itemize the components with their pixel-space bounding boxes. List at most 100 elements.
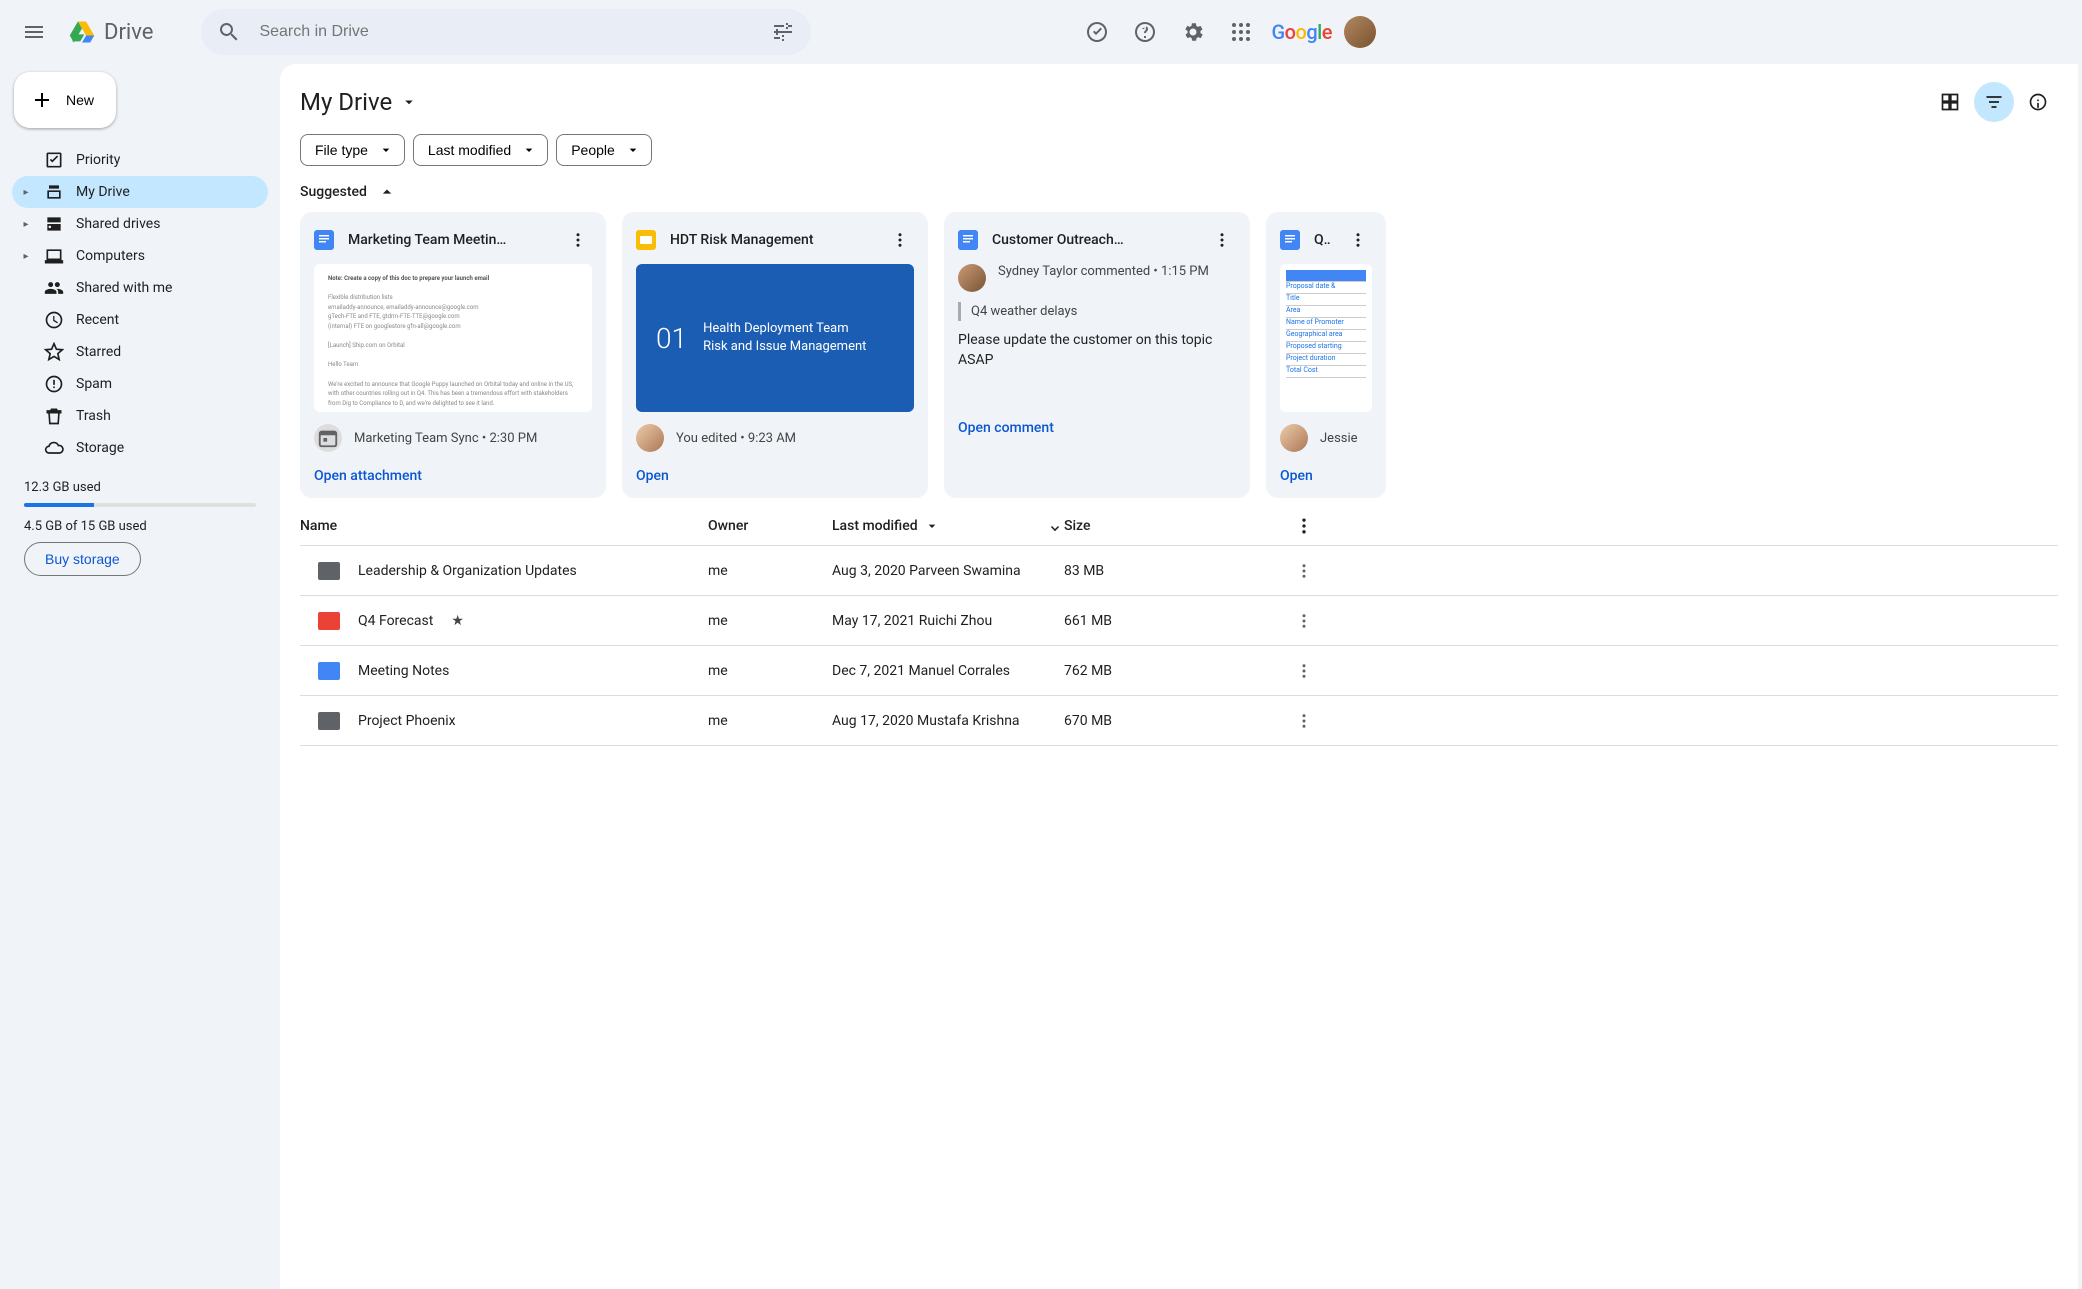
google-account-label[interactable]: Google [1267, 20, 1336, 44]
table-row[interactable]: Q4 Forecast ★ me May 17, 2021 Ruichi Zho… [300, 596, 2058, 646]
file-owner: me [708, 563, 832, 579]
more-vert-icon [1295, 562, 1313, 580]
column-owner[interactable]: Owner [708, 518, 832, 534]
slides-file-icon [636, 230, 656, 250]
sidebar-item-label: Priority [76, 152, 120, 168]
file-name: Meeting Notes [358, 663, 449, 679]
sidebar-item-spam[interactable]: Spam [12, 368, 268, 400]
filter-toggle-button[interactable] [1974, 82, 2014, 122]
search-button[interactable] [207, 10, 251, 54]
file-modified: Aug 17, 2020 Mustafa Krishna [832, 713, 1064, 729]
search-input[interactable] [251, 23, 761, 41]
main-menu-button[interactable] [12, 10, 56, 54]
suggested-card[interactable]: HDT Risk Management 01Health Deployment … [622, 212, 928, 498]
folder-icon [318, 562, 340, 580]
more-vert-icon [1349, 231, 1367, 249]
more-vert-icon [569, 231, 587, 249]
filter-chip-last-modified[interactable]: Last modified [413, 134, 548, 166]
card-title: Marketing Team Meetin… [348, 232, 550, 248]
filter-chip-people[interactable]: People [556, 134, 652, 166]
layout-grid-button[interactable] [1930, 82, 1970, 122]
filter-icon [1984, 92, 2004, 112]
file-owner: me [708, 663, 832, 679]
card-more-button[interactable] [886, 226, 914, 254]
column-name[interactable]: Name [300, 518, 708, 534]
file-size: 670 MB [1064, 713, 1284, 729]
sidebar-item-my-drive[interactable]: ▸ My Drive [12, 176, 268, 208]
filter-chip-file-type[interactable]: File type [300, 134, 405, 166]
sidebar-item-priority[interactable]: Priority [12, 144, 268, 176]
row-more-button[interactable] [1284, 662, 1324, 680]
gear-icon [1181, 20, 1205, 44]
account-avatar[interactable] [1344, 16, 1376, 48]
card-action-link[interactable]: Open [1280, 460, 1372, 484]
drive-logo[interactable]: Drive [60, 18, 161, 46]
apps-button[interactable] [1219, 10, 1263, 54]
sidebar-item-shared-drives[interactable]: ▸ Shared drives [12, 208, 268, 240]
table-row[interactable]: Project Phoenix me Aug 17, 2020 Mustafa … [300, 696, 2058, 746]
plus-icon [30, 88, 54, 112]
folder-icon [318, 712, 340, 730]
card-more-button[interactable] [1208, 226, 1236, 254]
star-icon: ★ [451, 613, 464, 629]
avatar [1280, 424, 1308, 452]
column-actions [1284, 516, 1324, 536]
suggested-card[interactable]: Q4 Pro Proposal date &TitleAreaName of P… [1266, 212, 1386, 498]
sidebar-item-shared-with-me[interactable]: Shared with me [12, 272, 268, 304]
breadcrumb-my-drive[interactable]: My Drive [300, 88, 418, 116]
dropdown-caret-icon [521, 142, 537, 158]
row-more-button[interactable] [1284, 612, 1324, 630]
avatar [636, 424, 664, 452]
filter-chip-label: People [571, 142, 615, 158]
laptop-icon [44, 246, 64, 266]
sidebar-item-label: Starred [76, 344, 121, 360]
docs-file-icon [314, 230, 334, 250]
table-row[interactable]: Meeting Notes me Dec 7, 2021 Manuel Corr… [300, 646, 2058, 696]
expand-caret-icon: ▸ [20, 219, 32, 230]
card-action-link[interactable]: Open attachment [314, 460, 592, 484]
help-icon [1133, 20, 1157, 44]
settings-button[interactable] [1171, 10, 1215, 54]
table-row[interactable]: Leadership & Organization Updates me Aug… [300, 546, 2058, 596]
filter-chip-label: Last modified [428, 142, 511, 158]
product-name: Drive [104, 20, 153, 45]
card-action-link[interactable]: Open [636, 460, 914, 484]
search-icon [217, 20, 241, 44]
offline-status-button[interactable] [1075, 10, 1119, 54]
sidebar-item-label: Trash [76, 408, 111, 424]
sidebar-item-recent[interactable]: Recent [12, 304, 268, 336]
search-options-button[interactable] [761, 10, 805, 54]
file-name: Leadership & Organization Updates [358, 563, 577, 579]
card-meta-text: Marketing Team Sync • 2:30 PM [354, 431, 537, 446]
suggested-section-toggle[interactable]: Suggested [280, 182, 2078, 212]
row-more-button[interactable] [1284, 712, 1324, 730]
file-name: Project Phoenix [358, 713, 456, 729]
cloud-icon [44, 438, 64, 458]
card-more-button[interactable] [564, 226, 592, 254]
row-more-button[interactable] [1284, 562, 1324, 580]
check-circle-icon [1085, 20, 1109, 44]
suggested-label: Suggested [300, 184, 367, 200]
card-more-button[interactable] [1344, 226, 1372, 254]
card-action-link[interactable]: Open comment [958, 412, 1236, 436]
docs-file-icon [958, 230, 978, 250]
suggested-card[interactable]: Marketing Team Meetin… Note: Create a co… [300, 212, 606, 498]
sidebar-item-starred[interactable]: Starred [12, 336, 268, 368]
sidebar-item-label: My Drive [76, 184, 130, 200]
more-vert-icon [891, 231, 909, 249]
sidebar-item-storage[interactable]: Storage [12, 432, 268, 464]
info-panel-button[interactable] [2018, 82, 2058, 122]
column-size[interactable]: Size [1064, 518, 1284, 534]
sidebar-item-computers[interactable]: ▸ Computers [12, 240, 268, 272]
clock-icon [44, 310, 64, 330]
suggested-card[interactable]: Customer Outreach… Sydney Taylor comment… [944, 212, 1250, 498]
new-button[interactable]: New [14, 72, 116, 128]
drive-icon [44, 182, 64, 202]
buy-storage-button[interactable]: Buy storage [24, 542, 141, 576]
filter-chip-label: File type [315, 142, 368, 158]
column-modified[interactable]: Last modified [832, 517, 1064, 535]
sidebar-item-trash[interactable]: Trash [12, 400, 268, 432]
docs-file-icon [1280, 230, 1300, 250]
card-meta-text: You edited • 9:23 AM [676, 431, 796, 446]
support-button[interactable] [1123, 10, 1167, 54]
